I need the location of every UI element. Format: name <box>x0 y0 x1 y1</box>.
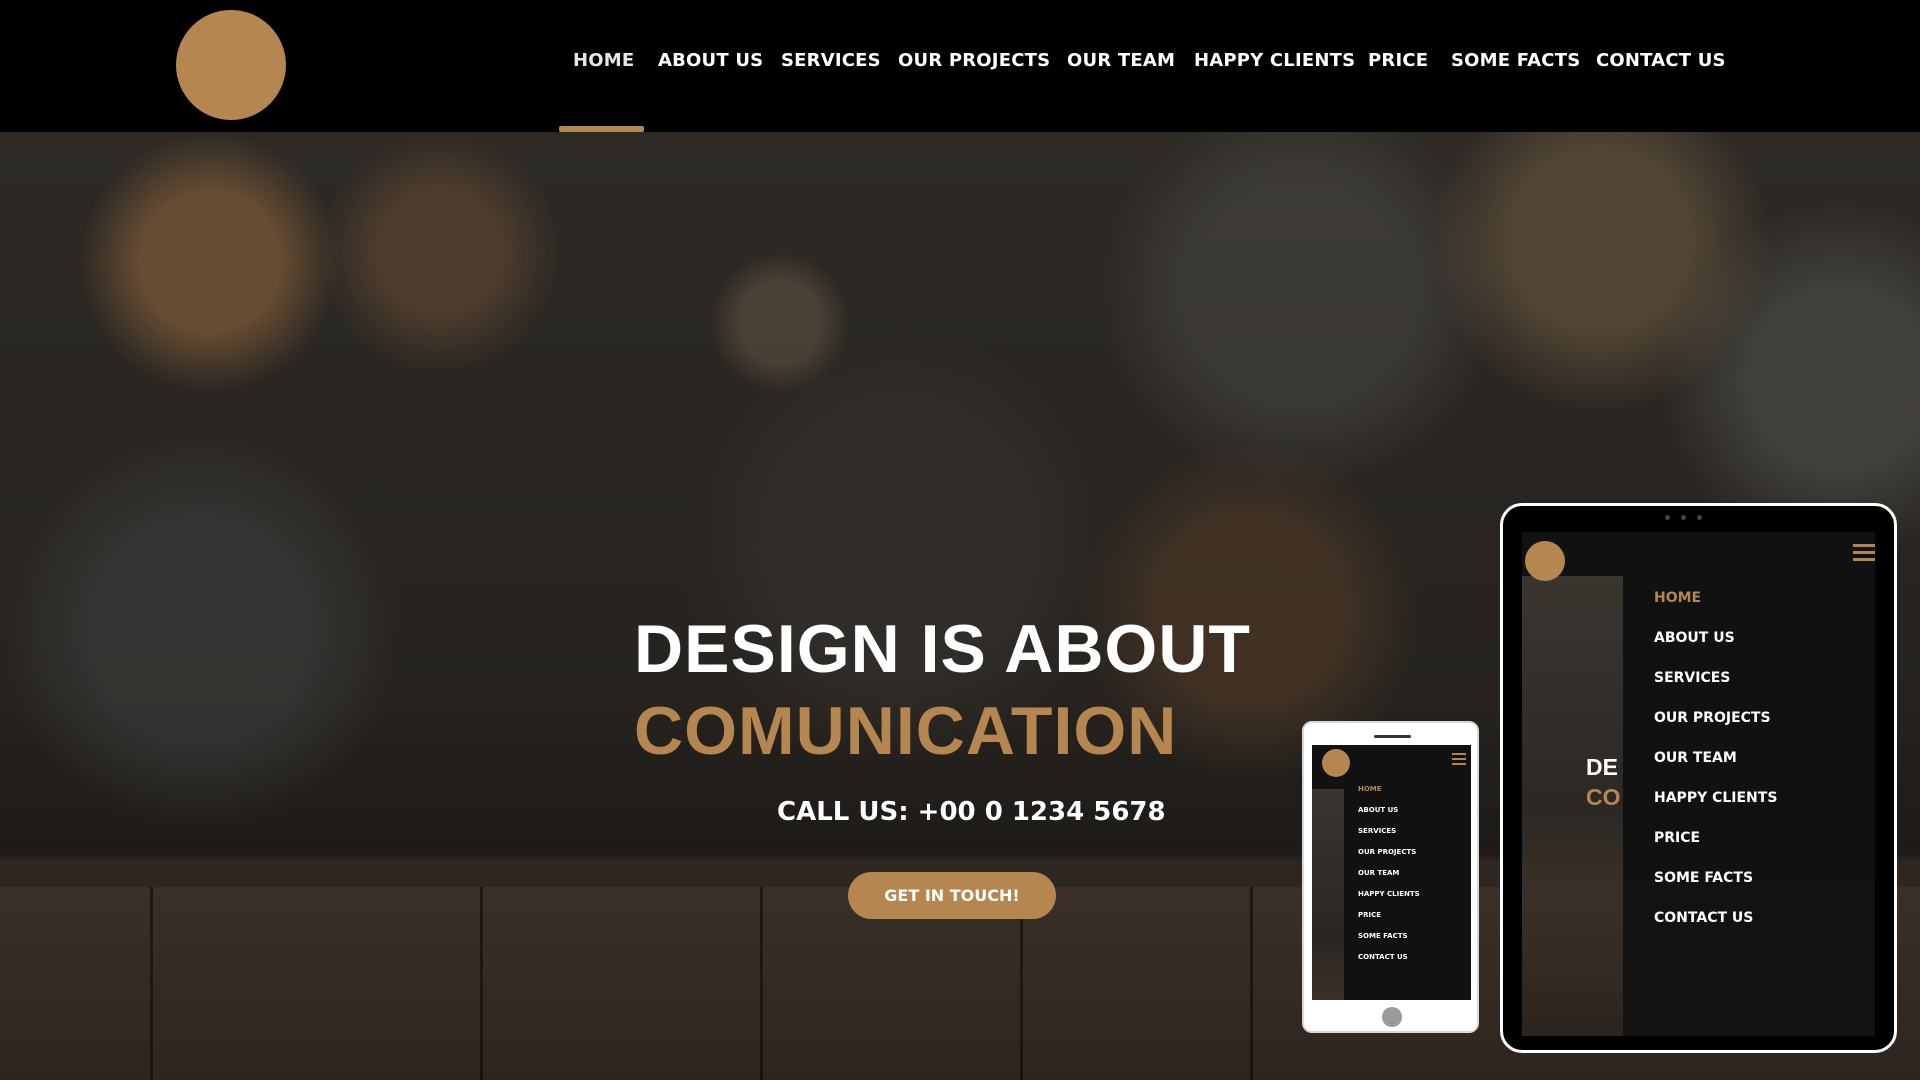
hero-phone-text: CALL US: +00 0 1234 5678 <box>777 797 1166 827</box>
hero-headline-line2: COMUNICATION <box>634 693 1178 769</box>
tablet-camera <box>1665 515 1670 520</box>
nav-item-home[interactable]: HOME <box>573 50 634 71</box>
phone-menu-item-price: PRICE <box>1358 911 1382 919</box>
tablet-menu-item-about-us: ABOUT US <box>1654 630 1735 646</box>
nav-item-about-us[interactable]: ABOUT US <box>658 50 763 71</box>
phone-menu-item-home: HOME <box>1358 785 1382 793</box>
tablet-camera <box>1681 515 1686 520</box>
phone-menu-item-some-facts: SOME FACTS <box>1358 932 1408 940</box>
phone-menu-item-our-projects: OUR PROJECTS <box>1358 848 1417 856</box>
main-nav: HOME ABOUT US SERVICES OUR PROJECTS OUR … <box>0 0 1920 132</box>
tablet-logo <box>1525 541 1565 581</box>
nav-item-price[interactable]: PRICE <box>1368 50 1428 71</box>
tablet-menu-item-price: PRICE <box>1654 830 1701 846</box>
nav-active-indicator <box>559 126 644 132</box>
tablet-mockup: DE CO HOME ABOUT US SERVICES OUR PROJECT… <box>1500 503 1897 1053</box>
phone-home-button <box>1382 1007 1402 1027</box>
nav-item-services[interactable]: SERVICES <box>781 50 881 71</box>
get-in-touch-button[interactable]: GET IN TOUCH! <box>848 872 1056 919</box>
nav-item-our-projects[interactable]: OUR PROJECTS <box>898 50 1050 71</box>
tablet-screen: DE CO HOME ABOUT US SERVICES OUR PROJECT… <box>1522 532 1875 1036</box>
phone-menu-item-our-team: OUR TEAM <box>1358 869 1400 877</box>
tablet-menu-item-our-team: OUR TEAM <box>1654 750 1737 766</box>
nav-item-contact-us[interactable]: CONTACT US <box>1596 50 1726 71</box>
phone-menu-item-about-us: ABOUT US <box>1358 806 1399 814</box>
phone-menu-item-happy-clients: HAPPY CLIENTS <box>1358 890 1420 898</box>
tablet-menu-item-services: SERVICES <box>1654 670 1731 686</box>
phone-menu-item-contact-us: CONTACT US <box>1358 953 1408 961</box>
nav-item-our-team[interactable]: OUR TEAM <box>1067 50 1175 71</box>
tablet-camera <box>1697 515 1702 520</box>
tablet-menu-item-contact-us: CONTACT US <box>1654 910 1754 926</box>
tablet-menu-item-some-facts: SOME FACTS <box>1654 870 1754 886</box>
hamburger-menu-icon <box>1452 753 1466 767</box>
tablet-menu-item-our-projects: OUR PROJECTS <box>1654 710 1771 726</box>
phone-mockup: HOME ABOUT US SERVICES OUR PROJECTS OUR … <box>1302 721 1479 1033</box>
phone-screen-background <box>1312 789 1344 1000</box>
site-header: HOME ABOUT US SERVICES OUR PROJECTS OUR … <box>0 0 1920 132</box>
phone-logo <box>1322 749 1350 777</box>
hamburger-menu-icon <box>1853 544 1875 566</box>
nav-item-some-facts[interactable]: SOME FACTS <box>1451 50 1580 71</box>
tablet-menu-item-happy-clients: HAPPY CLIENTS <box>1654 790 1778 806</box>
nav-item-happy-clients[interactable]: HAPPY CLIENTS <box>1194 50 1355 71</box>
tablet-ghost-headline-line2: CO <box>1586 784 1621 810</box>
phone-speaker <box>1374 735 1411 738</box>
hero-headline-line1: DESIGN IS ABOUT <box>634 611 1251 687</box>
phone-screen: HOME ABOUT US SERVICES OUR PROJECTS OUR … <box>1312 745 1471 1000</box>
tablet-screen-floor <box>1623 880 1875 1036</box>
tablet-menu-item-home: HOME <box>1654 590 1702 606</box>
phone-menu-item-services: SERVICES <box>1358 827 1397 835</box>
tablet-ghost-headline-line1: DE <box>1586 754 1618 780</box>
